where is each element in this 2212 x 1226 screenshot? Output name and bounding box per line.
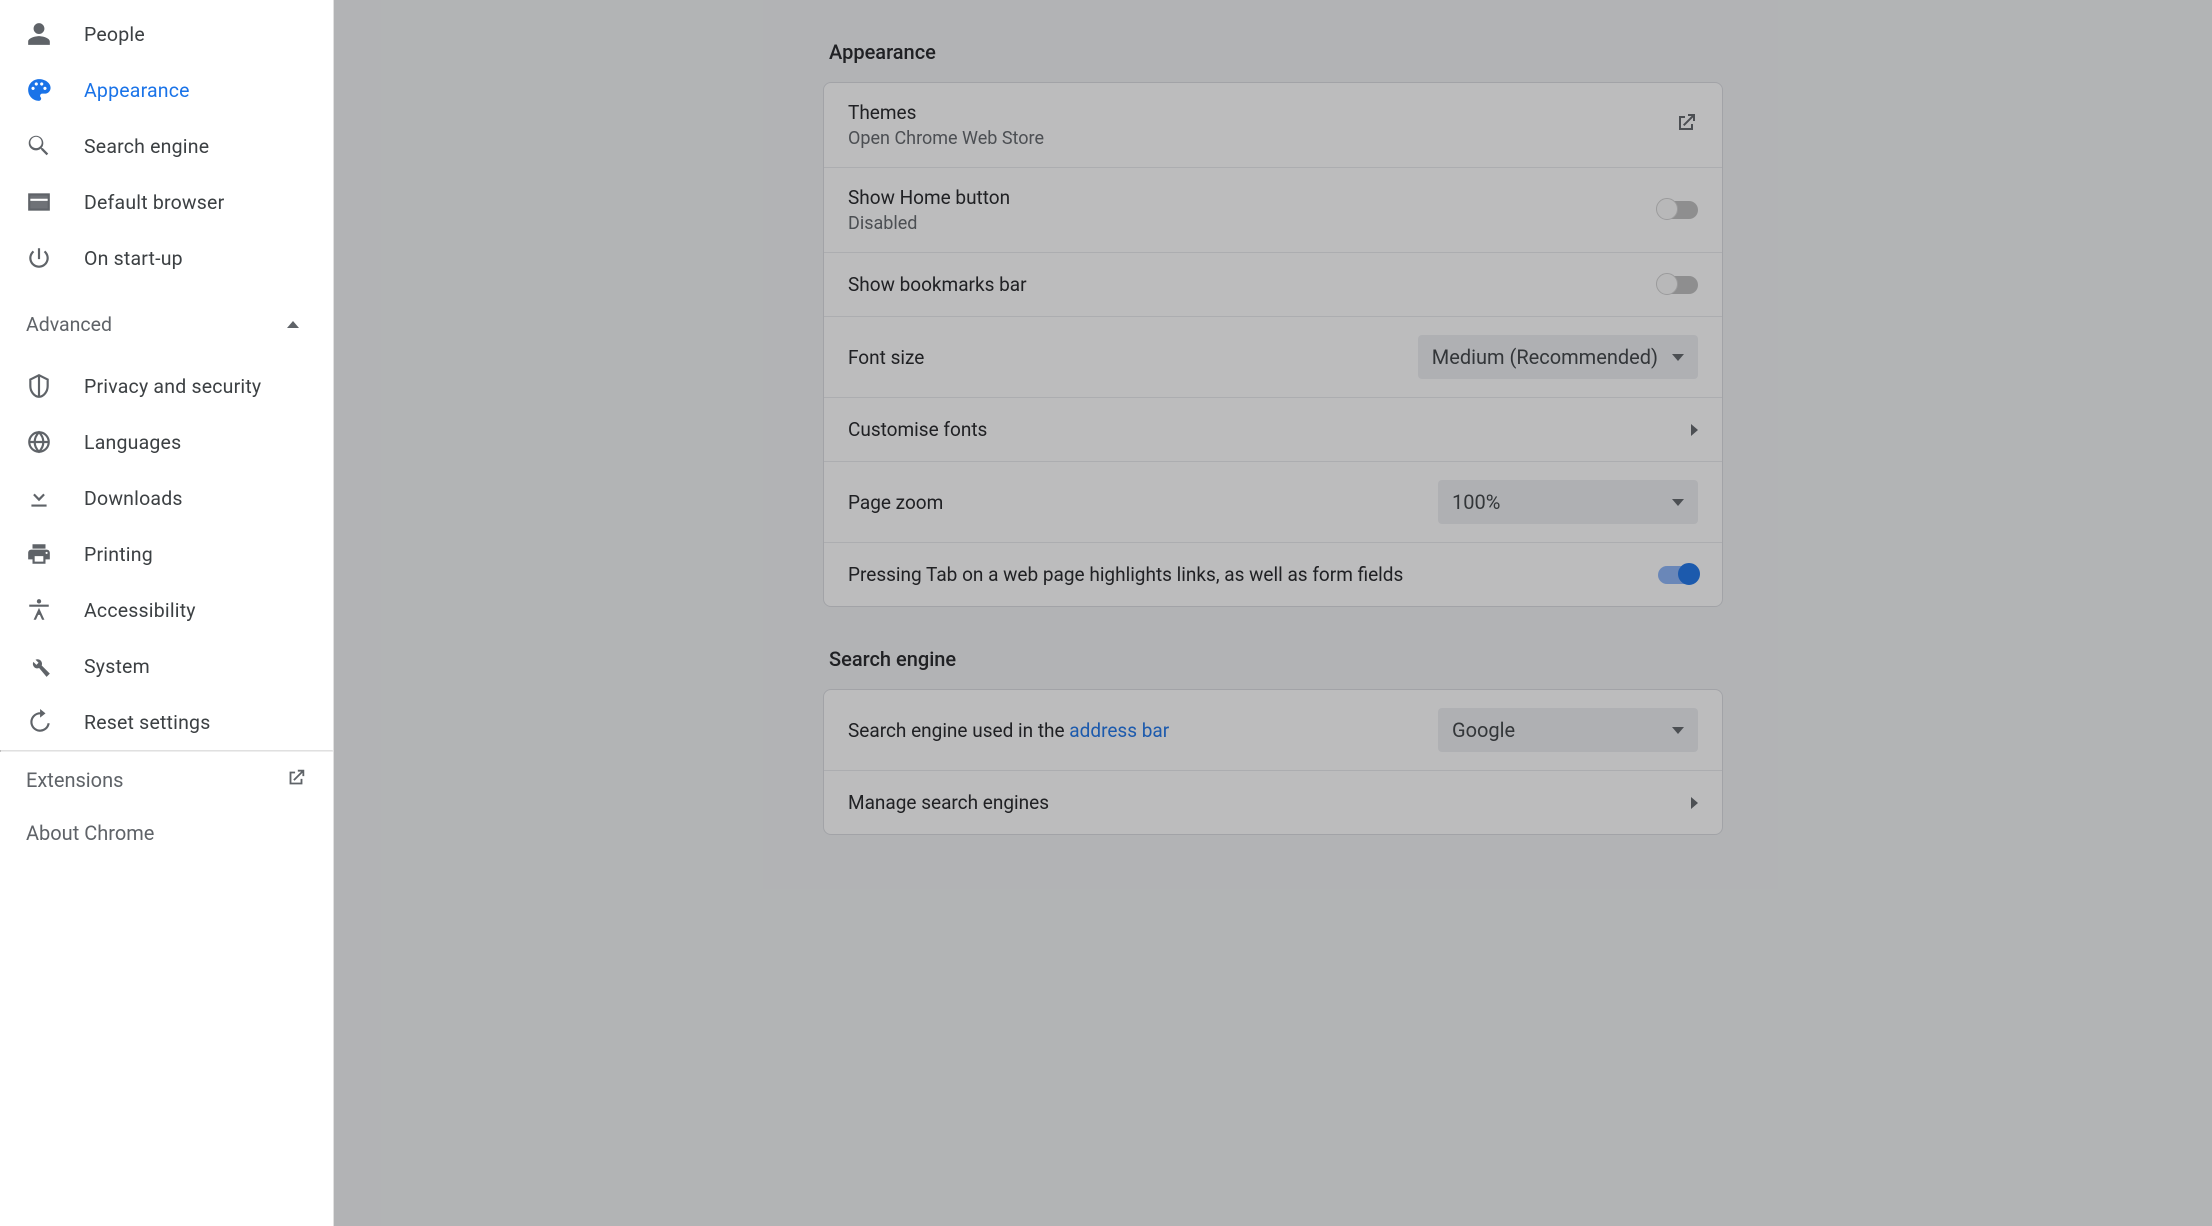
settings-main: Appearance Themes Open Chrome Web Store …	[334, 0, 2212, 1226]
page-zoom-value: 100%	[1452, 490, 1500, 514]
download-icon	[26, 485, 52, 511]
chevron-right-icon	[1691, 797, 1698, 809]
row-bookmarks-bar: Show bookmarks bar	[824, 252, 1722, 316]
sidebar-item-privacy[interactable]: Privacy and security	[0, 358, 333, 414]
font-size-value: Medium (Recommended)	[1432, 345, 1658, 369]
sidebar-item-extensions[interactable]: Extensions	[0, 752, 333, 808]
sidebar-item-label: Search engine	[84, 135, 209, 158]
search-engine-value: Google	[1452, 718, 1515, 742]
address-bar-link[interactable]: address bar	[1069, 719, 1169, 742]
sidebar-item-accessibility[interactable]: Accessibility	[0, 582, 333, 638]
sidebar-advanced-toggle[interactable]: Advanced	[0, 296, 333, 352]
manage-search-label: Manage search engines	[848, 791, 1049, 814]
sidebar-item-downloads[interactable]: Downloads	[0, 470, 333, 526]
row-page-zoom: Page zoom 100%	[824, 461, 1722, 542]
themes-sublabel: Open Chrome Web Store	[848, 128, 1044, 149]
row-themes[interactable]: Themes Open Chrome Web Store	[824, 83, 1722, 167]
bookmarks-label: Show bookmarks bar	[848, 273, 1027, 296]
accessibility-icon	[26, 597, 52, 623]
row-font-size: Font size Medium (Recommended)	[824, 316, 1722, 397]
home-button-toggle[interactable]	[1658, 201, 1698, 219]
tab-highlight-toggle[interactable]	[1658, 566, 1698, 584]
sidebar-item-label: Printing	[84, 543, 153, 566]
sidebar-item-label: Accessibility	[84, 599, 196, 622]
browser-icon	[26, 189, 52, 215]
sidebar-item-label: Appearance	[84, 79, 190, 102]
sidebar-item-label: People	[84, 23, 145, 46]
open-new-icon	[1674, 111, 1698, 140]
home-button-label: Show Home button	[848, 186, 1010, 209]
sidebar-item-on-startup[interactable]: On start-up	[0, 230, 333, 286]
open-new-icon	[285, 767, 307, 794]
home-button-status: Disabled	[848, 213, 1010, 234]
about-label: About Chrome	[26, 821, 154, 845]
settings-sidebar: People Appearance Search engine Default …	[0, 0, 334, 1226]
dropdown-icon	[1672, 499, 1684, 506]
sidebar-item-label: Privacy and security	[84, 375, 261, 398]
search-engine-section: Search engine Search engine used in the …	[823, 647, 1723, 835]
page-zoom-label: Page zoom	[848, 491, 943, 514]
search-engine-select[interactable]: Google	[1438, 708, 1698, 752]
advanced-label: Advanced	[26, 313, 112, 336]
customise-fonts-label: Customise fonts	[848, 418, 987, 441]
appearance-card: Themes Open Chrome Web Store Show Home b…	[823, 82, 1723, 607]
appearance-section: Appearance Themes Open Chrome Web Store …	[823, 40, 1723, 607]
search-engine-title: Search engine	[829, 647, 1723, 671]
palette-icon	[26, 77, 52, 103]
shield-icon	[26, 373, 52, 399]
row-customise-fonts[interactable]: Customise fonts	[824, 397, 1722, 461]
globe-icon	[26, 429, 52, 455]
appearance-title: Appearance	[829, 40, 1723, 64]
sidebar-item-label: Default browser	[84, 191, 224, 214]
power-icon	[26, 245, 52, 271]
font-size-label: Font size	[848, 346, 924, 369]
row-manage-search-engines[interactable]: Manage search engines	[824, 770, 1722, 834]
sidebar-item-system[interactable]: System	[0, 638, 333, 694]
sidebar-advanced-list: Privacy and security Languages Downloads…	[0, 352, 333, 750]
caret-up-icon	[287, 321, 299, 328]
row-search-engine: Search engine used in the address bar Go…	[824, 690, 1722, 770]
sidebar-item-people[interactable]: People	[0, 6, 333, 62]
search-icon	[26, 133, 52, 159]
sidebar-item-label: Reset settings	[84, 711, 210, 734]
row-tab-highlight: Pressing Tab on a web page highlights li…	[824, 542, 1722, 606]
search-engine-card: Search engine used in the address bar Go…	[823, 689, 1723, 835]
reset-icon	[26, 709, 52, 735]
extensions-label: Extensions	[26, 768, 123, 792]
print-icon	[26, 541, 52, 567]
chevron-right-icon	[1691, 424, 1698, 436]
sidebar-basic-list: People Appearance Search engine Default …	[0, 0, 333, 286]
sidebar-item-reset[interactable]: Reset settings	[0, 694, 333, 750]
sidebar-item-label: Downloads	[84, 487, 183, 510]
sidebar-item-languages[interactable]: Languages	[0, 414, 333, 470]
sidebar-item-about[interactable]: About Chrome	[0, 808, 333, 858]
dropdown-icon	[1672, 727, 1684, 734]
sidebar-item-printing[interactable]: Printing	[0, 526, 333, 582]
sidebar-item-label: On start-up	[84, 247, 183, 270]
sidebar-item-label: System	[84, 655, 150, 678]
dropdown-icon	[1672, 354, 1684, 361]
search-used-label: Search engine used in the address bar	[848, 719, 1169, 742]
sidebar-item-appearance[interactable]: Appearance	[0, 62, 333, 118]
person-icon	[26, 21, 52, 47]
sidebar-item-label: Languages	[84, 431, 181, 454]
wrench-icon	[26, 653, 52, 679]
bookmarks-toggle[interactable]	[1658, 276, 1698, 294]
page-zoom-select[interactable]: 100%	[1438, 480, 1698, 524]
sidebar-item-search-engine[interactable]: Search engine	[0, 118, 333, 174]
tab-highlight-label: Pressing Tab on a web page highlights li…	[848, 563, 1403, 586]
row-home-button: Show Home button Disabled	[824, 167, 1722, 252]
font-size-select[interactable]: Medium (Recommended)	[1418, 335, 1698, 379]
sidebar-item-default-browser[interactable]: Default browser	[0, 174, 333, 230]
themes-label: Themes	[848, 101, 1044, 124]
